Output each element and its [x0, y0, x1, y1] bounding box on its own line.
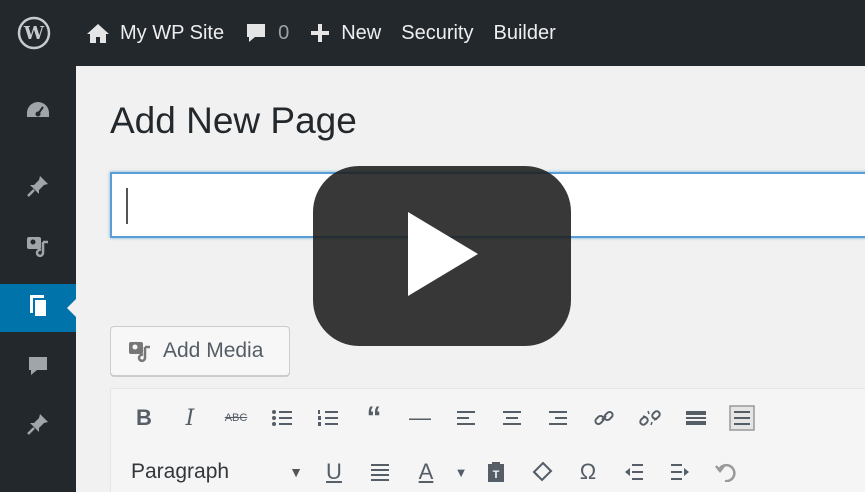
chevron-down-icon: ▼: [289, 464, 303, 480]
toolbar-row-2: Paragraph ▼ U A ▼ T Ω: [121, 447, 749, 492]
toolbar-toggle-icon[interactable]: [719, 396, 765, 440]
text-caret: [126, 188, 128, 224]
toolbar-row-1: B I ABC “ —: [121, 393, 765, 443]
horizontal-line-button[interactable]: —: [397, 396, 443, 440]
new-content-link[interactable]: New: [309, 0, 381, 66]
align-center-icon[interactable]: [489, 396, 535, 440]
menu-item-posts[interactable]: [0, 164, 76, 212]
align-left-icon[interactable]: [443, 396, 489, 440]
builder-label: Builder: [493, 21, 556, 44]
text-color-button[interactable]: A: [403, 450, 449, 492]
security-link[interactable]: Security: [401, 0, 473, 66]
numbered-list-icon[interactable]: [305, 396, 351, 440]
svg-text:T: T: [493, 469, 500, 481]
menu-item-comments[interactable]: [0, 344, 76, 392]
menu-item-pin[interactable]: [0, 402, 76, 450]
screenshot-frame: W My WP Site 0 New Security Builder Add …: [0, 0, 865, 492]
menu-item-dashboard[interactable]: [0, 88, 76, 136]
dashboard-icon: [25, 99, 51, 126]
outdent-icon[interactable]: [611, 450, 657, 492]
underline-button[interactable]: U: [311, 450, 357, 492]
page-title: Add New Page: [110, 100, 357, 141]
text-color-dropdown-icon[interactable]: ▼: [449, 450, 473, 492]
site-name: My WP Site: [120, 21, 225, 44]
add-media-button[interactable]: Add Media: [110, 326, 290, 376]
italic-button[interactable]: I: [167, 396, 213, 440]
home-icon: [86, 22, 110, 44]
comment-icon: [26, 355, 50, 382]
video-play-button[interactable]: [313, 166, 571, 346]
pages-icon: [26, 293, 50, 324]
new-label: New: [341, 21, 382, 44]
svg-text:W: W: [23, 23, 45, 44]
indent-icon[interactable]: [657, 450, 703, 492]
comments-link[interactable]: 0: [244, 0, 289, 66]
clear-formatting-icon[interactable]: [519, 450, 565, 492]
pin-icon: [26, 412, 50, 441]
link-icon[interactable]: [581, 396, 627, 440]
paste-text-icon[interactable]: T: [473, 450, 519, 492]
play-icon: [402, 208, 482, 305]
editor-toolbar: B I ABC “ — Paragraph ▼ U A ▼ T Ω: [110, 388, 865, 492]
menu-item-pages[interactable]: [0, 284, 77, 332]
plus-icon: [309, 22, 331, 44]
format-select-value: Paragraph: [131, 460, 230, 483]
media-icon: [25, 234, 51, 263]
unlink-icon[interactable]: [627, 396, 673, 440]
admin-bar: W My WP Site 0 New Security Builder: [0, 0, 865, 66]
site-name-link[interactable]: My WP Site: [86, 0, 224, 66]
bold-button[interactable]: B: [121, 396, 167, 440]
strikethrough-button[interactable]: ABC: [213, 396, 259, 440]
justify-icon[interactable]: [357, 450, 403, 492]
comments-count: 0: [278, 21, 290, 44]
read-more-icon[interactable]: [673, 396, 719, 440]
menu-item-media[interactable]: [0, 224, 76, 272]
bullet-list-icon[interactable]: [259, 396, 305, 440]
admin-menu: [0, 66, 77, 492]
security-label: Security: [401, 21, 474, 44]
blockquote-button[interactable]: “: [351, 396, 397, 440]
special-character-button[interactable]: Ω: [565, 450, 611, 492]
media-icon: [127, 339, 153, 363]
add-media-label: Add Media: [163, 339, 264, 362]
comment-icon: [244, 22, 268, 44]
wordpress-logo-icon[interactable]: W: [14, 13, 54, 53]
format-select[interactable]: Paragraph ▼: [121, 450, 311, 492]
pin-icon: [26, 174, 50, 203]
undo-icon[interactable]: [703, 450, 749, 492]
align-right-icon[interactable]: [535, 396, 581, 440]
builder-link[interactable]: Builder: [493, 0, 555, 66]
